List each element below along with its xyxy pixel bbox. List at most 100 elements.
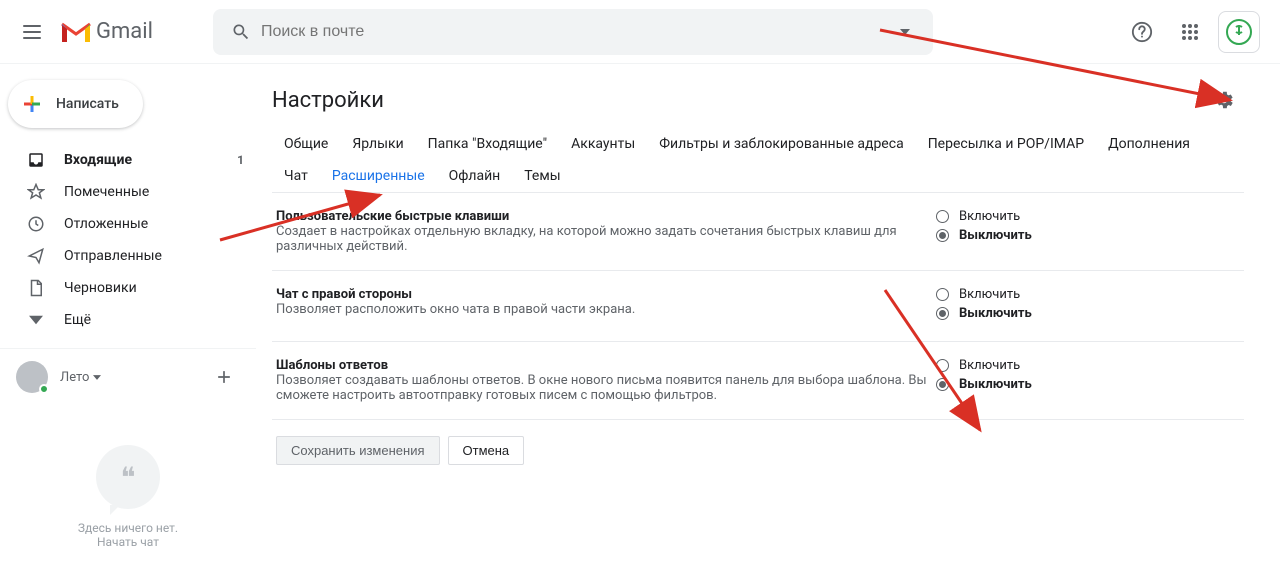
hangouts-icon: ❝ (96, 445, 160, 509)
tab-фильтры-и-заблокированные-адреса[interactable]: Фильтры и заблокированные адреса (647, 128, 915, 160)
draft-icon (26, 278, 46, 298)
sidebar-item-sent[interactable]: Отправленные (0, 240, 256, 272)
option-enable[interactable]: Включить (936, 209, 1196, 224)
empty-text: Здесь ничего нет. (20, 521, 236, 535)
hamburger-icon (23, 25, 41, 39)
nav-label: Черновики (64, 280, 137, 296)
option-label: Выключить (959, 306, 1032, 321)
start-chat-link[interactable]: Начать чат (20, 535, 236, 549)
main-menu-button[interactable] (8, 8, 56, 56)
sidebar-item-inbox[interactable]: Входящие 1 (0, 144, 256, 176)
chevron-down-icon (93, 375, 101, 380)
presence-indicator (39, 384, 49, 394)
nav-label: Ещё (64, 312, 91, 328)
search-container (213, 9, 933, 55)
settings-gear-button[interactable] (1204, 80, 1244, 120)
compose-button[interactable]: Написать (8, 80, 143, 128)
sidebar-item-drafts[interactable]: Черновики (0, 272, 256, 304)
button-row: Сохранить изменения Отмена (272, 420, 1244, 481)
option-label: Включить (959, 209, 1020, 224)
sidebar-item-more[interactable]: Ещё (0, 304, 256, 336)
setting-title: Чат с правой стороны (276, 287, 412, 302)
logo-text: Gmail (96, 19, 153, 44)
tab-пересылка-и-pop-imap[interactable]: Пересылка и POP/IMAP (916, 128, 1096, 160)
sidebar-item-starred[interactable]: Помеченные (0, 176, 256, 208)
main-content: Настройки ОбщиеЯрлыкиПапка "Входящие"Акк… (256, 64, 1280, 579)
compose-label: Написать (56, 96, 119, 112)
nav-label: Отправленные (64, 248, 162, 264)
setting-description: Пользовательские быстрые клавиши Создает… (276, 209, 936, 254)
inbox-icon (26, 150, 46, 170)
tab-общие[interactable]: Общие (272, 128, 340, 160)
tab-ярлыки[interactable]: Ярлыки (340, 128, 415, 160)
search-options-dropdown[interactable] (885, 12, 925, 52)
option-enable[interactable]: Включить (936, 287, 1196, 302)
chat-user-row[interactable]: Лето (0, 357, 256, 397)
setting-row: Чат с правой стороны Позволяет расположи… (272, 271, 1244, 342)
support-button[interactable] (1122, 12, 1162, 52)
radio-icon (936, 378, 949, 391)
gmail-logo-icon (60, 20, 92, 44)
setting-options: Включить Выключить (936, 209, 1196, 254)
send-icon (26, 246, 46, 266)
tab-офлайн[interactable]: Офлайн (437, 160, 513, 192)
tab-чат[interactable]: Чат (272, 160, 320, 192)
setting-description: Чат с правой стороны Позволяет расположи… (276, 287, 936, 325)
gmail-logo[interactable]: Gmail (60, 19, 153, 44)
settings-tabs: ОбщиеЯрлыкиПапка "Входящие"АккаунтыФильт… (272, 128, 1244, 193)
user-avatar-icon (16, 361, 48, 393)
settings-body: Пользовательские быстрые клавиши Создает… (272, 193, 1244, 562)
setting-text: Позволяет создавать шаблоны ответов. В о… (276, 373, 927, 403)
radio-icon (936, 307, 949, 320)
apps-grid-icon (1181, 23, 1199, 41)
setting-row: Пользовательские быстрые клавиши Создает… (272, 193, 1244, 271)
search-box[interactable] (213, 9, 933, 55)
setting-options: Включить Выключить (936, 358, 1196, 403)
nav-label: Помеченные (64, 184, 149, 200)
chevron-down-icon (26, 310, 46, 330)
account-avatar-icon (1223, 16, 1255, 48)
header-actions (1122, 11, 1272, 53)
search-icon[interactable] (221, 12, 261, 52)
radio-icon (936, 210, 949, 223)
setting-text: Позволяет расположить окно чата в правой… (276, 302, 635, 317)
nav-label: Отложенные (64, 216, 148, 232)
app-header: Gmail (0, 0, 1280, 64)
hangouts-empty-state: ❝ Здесь ничего нет. Начать чат (0, 445, 256, 549)
option-disable[interactable]: Выключить (936, 228, 1196, 243)
app-body: Написать Входящие 1 Помеченные Отложенны… (0, 64, 1280, 579)
tab-дополнения[interactable]: Дополнения (1096, 128, 1202, 160)
sidebar: Написать Входящие 1 Помеченные Отложенны… (0, 64, 256, 579)
settings-header: Настройки (272, 80, 1244, 120)
option-enable[interactable]: Включить (936, 358, 1196, 373)
plus-icon (20, 92, 44, 116)
search-input[interactable] (261, 23, 885, 41)
chevron-down-icon (900, 29, 910, 35)
tab-аккаунты[interactable]: Аккаунты (559, 128, 647, 160)
nav-label: Входящие (64, 152, 132, 168)
star-icon (26, 182, 46, 202)
option-disable[interactable]: Выключить (936, 306, 1196, 321)
save-button[interactable]: Сохранить изменения (276, 436, 440, 465)
apps-button[interactable] (1170, 12, 1210, 52)
sidebar-item-snoozed[interactable]: Отложенные (0, 208, 256, 240)
tab-папка-входящие-[interactable]: Папка "Входящие" (416, 128, 559, 160)
radio-icon (936, 359, 949, 372)
tab-темы[interactable]: Темы (512, 160, 572, 192)
option-disable[interactable]: Выключить (936, 377, 1196, 392)
setting-description: Шаблоны ответов Позволяет создавать шабл… (276, 358, 936, 403)
option-label: Включить (959, 287, 1020, 302)
account-button[interactable] (1218, 11, 1260, 53)
setting-title: Шаблоны ответов (276, 358, 388, 373)
gear-icon (1213, 89, 1235, 111)
radio-icon (936, 229, 949, 242)
chat-user-name: Лето (60, 370, 89, 385)
tab-расширенные[interactable]: Расширенные (320, 160, 437, 192)
option-label: Включить (959, 358, 1020, 373)
plus-icon (214, 367, 234, 387)
cancel-button[interactable]: Отмена (448, 436, 525, 465)
new-chat-button[interactable] (208, 361, 240, 393)
page-title: Настройки (272, 88, 384, 113)
setting-row: Шаблоны ответов Позволяет создавать шабл… (272, 342, 1244, 420)
radio-icon (936, 288, 949, 301)
